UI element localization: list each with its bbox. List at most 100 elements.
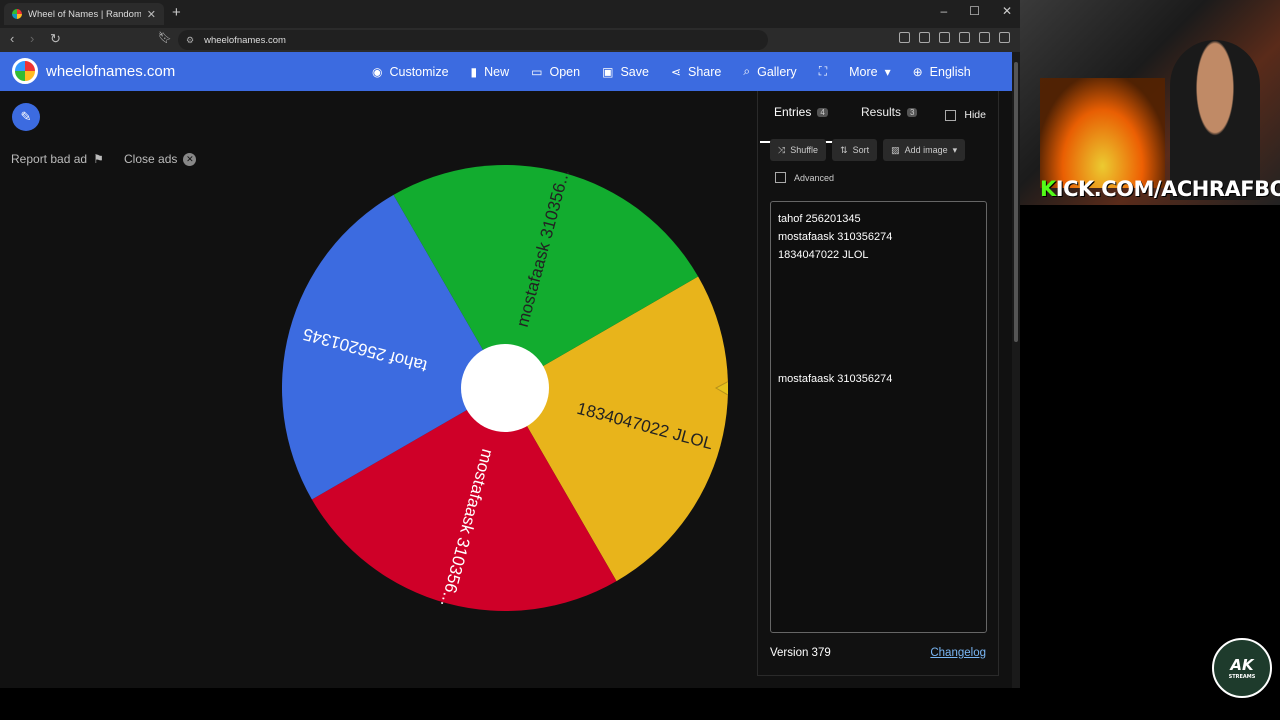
advanced-label: Advanced bbox=[794, 172, 835, 183]
more-button[interactable]: More ▾ bbox=[849, 65, 891, 79]
wheel-logo-icon[interactable] bbox=[12, 58, 38, 84]
tab-results[interactable]: Results 3 bbox=[861, 105, 918, 119]
name-wheel[interactable]: 1834047022 JLOLmostafaask 310356...tahof… bbox=[282, 165, 728, 611]
advanced-toggle[interactable]: Advanced bbox=[775, 172, 834, 183]
save-icon: ▣ bbox=[602, 64, 614, 79]
tab-entries[interactable]: Entries 4 bbox=[774, 105, 828, 119]
menu-label: English bbox=[929, 64, 971, 79]
extension-icon[interactable] bbox=[959, 32, 970, 43]
open-button[interactable]: ▭ Open bbox=[531, 65, 580, 79]
new-button[interactable]: ▮ New bbox=[471, 65, 510, 79]
customize-button[interactable]: ◉ Customize bbox=[372, 65, 449, 79]
extension-icons bbox=[899, 32, 1010, 43]
report-ad-link[interactable]: Report bad ad ⚑ bbox=[11, 152, 104, 166]
maximize-icon[interactable]: ☐ bbox=[969, 4, 980, 18]
scrollbar-thumb[interactable] bbox=[1014, 62, 1018, 342]
sort-icon: ⇅ bbox=[840, 144, 848, 155]
fullscreen-button[interactable]: ⛶ bbox=[819, 64, 827, 79]
minimize-icon[interactable]: – bbox=[940, 4, 947, 18]
image-icon: ▨ bbox=[891, 144, 900, 155]
hide-label: Hide bbox=[964, 109, 986, 121]
flag-icon: ⚑ bbox=[93, 152, 104, 166]
entry-line bbox=[778, 300, 979, 318]
logo-sub: STREAMS bbox=[1228, 674, 1256, 680]
window-controls: – ☐ ✕ bbox=[940, 4, 1012, 18]
bookmark-icon[interactable]: 🔖︎ bbox=[158, 31, 172, 44]
shuffle-icon: ⤨ bbox=[778, 144, 786, 155]
hide-toggle[interactable]: Hide bbox=[945, 109, 986, 121]
browser-tab[interactable]: Wheel of Names | Random name... ✕ bbox=[4, 3, 164, 25]
save-button[interactable]: ▣ Save bbox=[602, 65, 649, 79]
language-button[interactable]: ⊕ English bbox=[913, 65, 971, 79]
back-icon[interactable]: ‹ bbox=[10, 31, 14, 46]
site-settings-icon[interactable]: ⚙ bbox=[186, 35, 194, 46]
extension-icon[interactable] bbox=[899, 32, 910, 43]
page-scrollbar[interactable] bbox=[1012, 52, 1020, 688]
gallery-button[interactable]: ⌕ Gallery bbox=[743, 64, 796, 79]
entry-line: mostafaask 310356274 bbox=[778, 230, 893, 243]
extension-icon[interactable] bbox=[939, 32, 950, 43]
entry-line bbox=[778, 336, 979, 354]
site-name[interactable]: wheelofnames.com bbox=[46, 63, 175, 80]
close-icon[interactable]: ✕ bbox=[147, 8, 156, 21]
shuffle-label: Shuffle bbox=[790, 145, 819, 155]
chevron-down-icon: ▾ bbox=[952, 144, 958, 155]
new-tab-icon[interactable]: + bbox=[172, 5, 181, 21]
extension-icon[interactable] bbox=[979, 32, 990, 43]
search-icon: ⌕ bbox=[743, 64, 751, 78]
window-close-icon[interactable]: ✕ bbox=[1002, 4, 1012, 18]
menu-label: Customize bbox=[389, 64, 449, 79]
close-icon: ✕ bbox=[183, 152, 197, 166]
add-image-label: Add image bbox=[904, 145, 948, 155]
sort-button[interactable]: ⇅ Sort bbox=[832, 139, 878, 161]
menu-icon[interactable] bbox=[999, 32, 1010, 43]
entry-line: mostafaask 310356274 bbox=[778, 373, 893, 386]
address-bar: ‹ › ↻ 🔖︎ ⚙ wheelofnames.com bbox=[0, 28, 1020, 52]
version-label: Version 379 bbox=[770, 647, 831, 659]
menu-label: Open bbox=[549, 64, 581, 79]
ak-streams-logo: AK STREAMS bbox=[1212, 638, 1272, 698]
tab-title: Wheel of Names | Random name... bbox=[28, 8, 141, 20]
sort-label: Sort bbox=[852, 145, 870, 155]
kick-rest: ICK.COM/ACHRAFBOU.6 bbox=[1055, 177, 1280, 201]
add-image-button[interactable]: ▨ Add image ▾ bbox=[883, 139, 966, 161]
wheel-center[interactable] bbox=[461, 344, 549, 432]
palette-icon: ◉ bbox=[372, 64, 383, 79]
share-button[interactable]: ⋖ Share bbox=[671, 65, 721, 79]
top-menu: ◉ Customize ▮ New ▭ Open ▣ Save ⋖ Share … bbox=[372, 52, 971, 91]
advanced-checkbox[interactable] bbox=[775, 172, 786, 183]
entries-textarea[interactable]: tahof 256201345 mostafaask 310356274 18340… bbox=[770, 201, 987, 633]
menu-label: Save bbox=[620, 64, 649, 79]
changelog-link[interactable]: Changelog bbox=[930, 647, 986, 659]
file-icon: ▮ bbox=[470, 64, 478, 79]
main-area: ✎ Report bad ad ⚑ Close ads ✕ 1834047022… bbox=[0, 91, 1012, 688]
app-header: wheelofnames.com ◉ Customize ▮ New ▭ Ope… bbox=[0, 52, 1012, 91]
shuffle-button[interactable]: ⤨ Shuffle bbox=[770, 139, 827, 161]
url-text: wheelofnames.com bbox=[204, 34, 286, 46]
hide-checkbox[interactable] bbox=[945, 109, 957, 121]
pencil-icon: ✎ bbox=[20, 109, 32, 124]
close-ads-link[interactable]: Close ads ✕ bbox=[124, 152, 197, 166]
webcam-overlay bbox=[1020, 0, 1280, 205]
entry-line: 1834047022 JLOL bbox=[778, 248, 869, 261]
entry-line bbox=[778, 282, 979, 300]
results-count-badge: 3 bbox=[907, 107, 918, 117]
reload-icon[interactable]: ↻ bbox=[50, 31, 61, 47]
menu-label: More bbox=[849, 64, 878, 79]
url-field[interactable]: ⚙ wheelofnames.com bbox=[178, 30, 768, 50]
edit-button[interactable]: ✎ bbox=[12, 103, 40, 131]
screen: Wheel of Names | Random name... ✕ + – ☐ … bbox=[0, 0, 1280, 720]
report-ad-label: Report bad ad bbox=[11, 152, 88, 166]
menu-label: Share bbox=[688, 64, 722, 79]
logo-main: AK bbox=[1230, 656, 1254, 674]
globe-icon: ⊕ bbox=[912, 64, 923, 79]
share-icon: ⋖ bbox=[670, 64, 681, 79]
entries-toolbar: ⤨ Shuffle ⇅ Sort ▨ Add image ▾ bbox=[770, 139, 966, 161]
streamer-image bbox=[1170, 40, 1260, 200]
extension-icon[interactable] bbox=[919, 32, 930, 43]
fullscreen-icon: ⛶ bbox=[818, 64, 828, 78]
entry-line bbox=[778, 353, 979, 371]
forward-icon[interactable]: › bbox=[30, 31, 34, 46]
menu-label: Gallery bbox=[757, 64, 797, 79]
entries-count-badge: 4 bbox=[817, 107, 828, 117]
